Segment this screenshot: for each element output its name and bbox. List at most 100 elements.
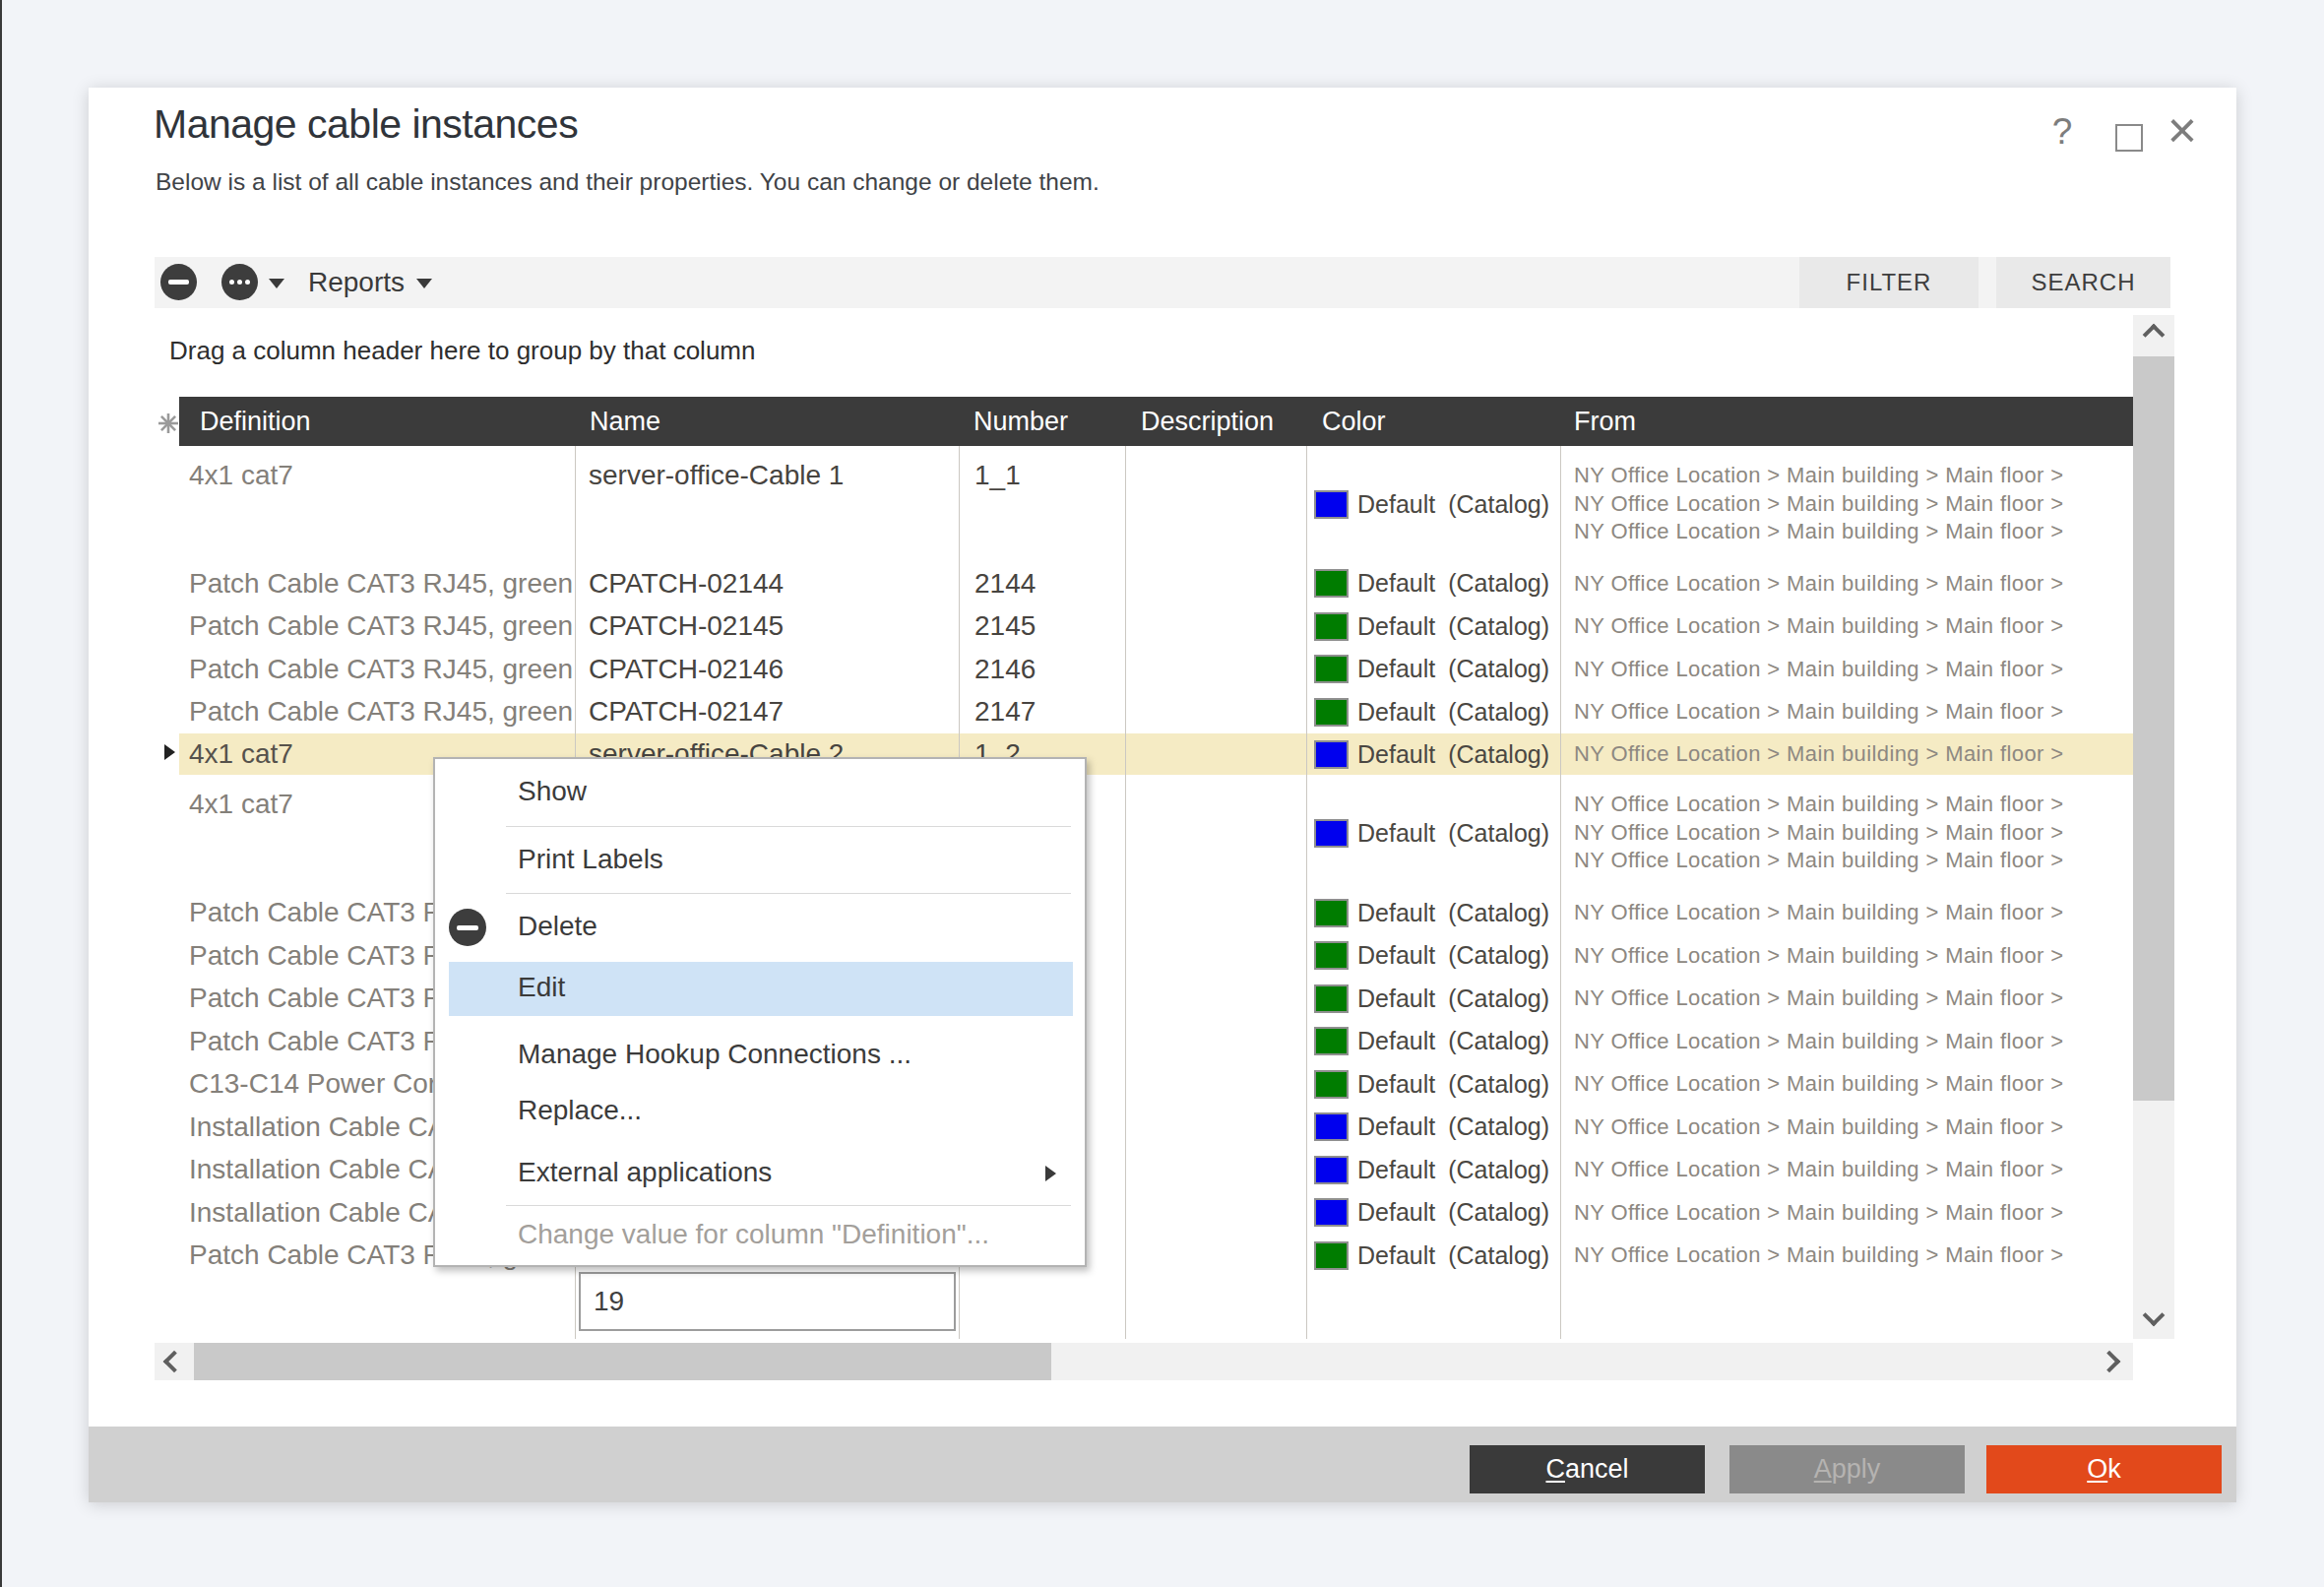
- scroll-up-icon[interactable]: [2143, 324, 2166, 347]
- menu-item-print-labels[interactable]: Print Labels: [518, 844, 663, 875]
- color-swatch-green: [1314, 899, 1349, 927]
- remove-button[interactable]: [160, 264, 197, 300]
- reports-dropdown[interactable]: Reports: [308, 257, 405, 308]
- horizontal-scrollbar[interactable]: [155, 1343, 2133, 1380]
- column-header-from[interactable]: From: [1574, 397, 1636, 446]
- color-swatch-green: [1314, 941, 1349, 970]
- column-divider: [1306, 446, 1307, 1339]
- column-header-definition[interactable]: Definition: [200, 397, 311, 446]
- grid-row[interactable]: Patch Cable CAT3 RJ45, greenCPATCH-02144…: [179, 562, 2133, 604]
- color-value: Default(Catalog): [1357, 490, 1549, 519]
- cell-text: 4x1 cat7: [189, 462, 293, 490]
- menu-separator: [506, 1205, 1071, 1206]
- color-value: Default(Catalog): [1357, 1148, 1549, 1191]
- column-divider: [1125, 446, 1126, 1339]
- minus-icon: [168, 280, 189, 285]
- scroll-right-icon[interactable]: [2099, 1351, 2121, 1373]
- column-header-description[interactable]: Description: [1141, 397, 1274, 446]
- cell-editor[interactable]: 19: [579, 1272, 956, 1331]
- help-icon[interactable]: ?: [2042, 111, 2082, 155]
- color-value: Default(Catalog): [1357, 690, 1549, 733]
- color-value: Default(Catalog): [1357, 1106, 1549, 1148]
- maximize-icon[interactable]: [2115, 124, 2143, 152]
- color-swatch-blue: [1314, 1112, 1349, 1141]
- cell-text: 2144: [974, 562, 1036, 604]
- close-icon[interactable]: ×: [2161, 100, 2204, 156]
- menu-item-manage-hookup-connections[interactable]: Manage Hookup Connections ...: [518, 1039, 911, 1070]
- cell-text: 2147: [974, 690, 1036, 733]
- menu-item-external-applications[interactable]: External applications: [518, 1157, 772, 1188]
- grid-row[interactable]: Patch Cable CAT3 RJ45, greenCPATCH-02145…: [179, 604, 2133, 648]
- cell-text: NY Office Location > Main building > Mai…: [1574, 934, 2064, 977]
- color-value: Default(Catalog): [1357, 1191, 1549, 1234]
- color-swatch-blue: [1314, 1156, 1349, 1184]
- search-button[interactable]: SEARCH: [1996, 257, 2170, 308]
- color-value: Default(Catalog): [1357, 648, 1549, 690]
- vertical-scrollbar-thumb[interactable]: [2133, 356, 2174, 1101]
- cell-text: NY Office Location > Main building > Mai…: [1574, 604, 2064, 648]
- grid-row[interactable]: 4x1 cat7server-office-Cable 11_1NY Offic…: [179, 446, 2133, 562]
- cell-text: Installation Cable CAT: [189, 1148, 462, 1191]
- scroll-left-icon[interactable]: [163, 1351, 186, 1373]
- dialog-title: Manage cable instances: [154, 101, 578, 148]
- reports-caret-icon[interactable]: [416, 279, 432, 288]
- color-swatch-blue: [1314, 740, 1349, 769]
- cell-text: C13-C14 Power Cord: [189, 1062, 453, 1106]
- manage-cable-instances-dialog: Manage cable instances Below is a list o…: [89, 88, 2236, 1502]
- cell-text: CPATCH-02147: [589, 690, 784, 733]
- color-swatch-blue: [1314, 490, 1349, 519]
- cell-text: Installation Cable CAT: [189, 1191, 462, 1234]
- filter-button[interactable]: FILTER: [1799, 257, 1979, 308]
- column-divider: [1560, 446, 1561, 1339]
- cell-editor-value: 19: [594, 1274, 624, 1329]
- color-swatch-green: [1314, 1027, 1349, 1055]
- cell-text: NY Office Location > Main building > Mai…: [1574, 1148, 2064, 1191]
- column-header-name[interactable]: Name: [590, 397, 660, 446]
- horizontal-scrollbar-thumb[interactable]: [194, 1343, 1051, 1380]
- footer-bar: Cancel Apply Ok: [89, 1427, 2236, 1502]
- cancel-button[interactable]: Cancel: [1470, 1445, 1705, 1493]
- menu-item-replace[interactable]: Replace...: [518, 1095, 642, 1126]
- menu-item-show[interactable]: Show: [518, 776, 587, 807]
- column-header-number[interactable]: Number: [974, 397, 1068, 446]
- color-value: Default(Catalog): [1357, 1234, 1549, 1277]
- cell-text: NY Office Location > Main building > Mai…: [1574, 1106, 2064, 1148]
- current-row-arrow-icon: [164, 744, 175, 760]
- cell-text: CPATCH-02145: [589, 604, 784, 648]
- cell-text: Patch Cable CAT3 RJ45, green: [189, 690, 573, 733]
- vertical-scrollbar[interactable]: [2133, 315, 2174, 1339]
- color-value: Default(Catalog): [1357, 977, 1549, 1020]
- color-value: Default(Catalog): [1357, 1062, 1549, 1106]
- color-swatch-green: [1314, 1241, 1349, 1270]
- color-value: Default(Catalog): [1357, 1020, 1549, 1062]
- submenu-arrow-icon: [1045, 1166, 1056, 1181]
- cell-text: 2145: [974, 604, 1036, 648]
- color-swatch-blue: [1314, 819, 1349, 848]
- cell-text: Patch Cable CAT3 RJ45, green: [189, 562, 573, 604]
- more-actions-button[interactable]: [221, 264, 258, 300]
- cell-text: NY Office Location > Main building > Mai…: [1574, 977, 2064, 1020]
- cell-text: NY Office Location > Main building > Mai…: [1574, 791, 2064, 819]
- cell-text: 2146: [974, 648, 1036, 690]
- color-swatch-green: [1314, 655, 1349, 683]
- apply-button[interactable]: Apply: [1729, 1445, 1965, 1493]
- cell-text: server-office-Cable 1: [589, 462, 844, 490]
- cell-text: NY Office Location > Main building > Mai…: [1574, 562, 2064, 604]
- menu-item-delete[interactable]: Delete: [518, 911, 597, 942]
- column-header-color[interactable]: Color: [1322, 397, 1386, 446]
- color-value: Default(Catalog): [1357, 562, 1549, 604]
- color-value: Default(Catalog): [1357, 819, 1549, 848]
- menu-item-edit[interactable]: Edit: [518, 972, 565, 1003]
- menu-item-change-value-for-column-definition: Change value for column "Definition"...: [518, 1219, 989, 1250]
- cell-text: 4x1 cat7: [189, 733, 293, 775]
- menu-separator: [506, 826, 1071, 827]
- ok-button[interactable]: Ok: [1986, 1445, 2222, 1493]
- grid-header: Definition Name Number Description Color From: [179, 397, 2133, 446]
- cell-text: NY Office Location > Main building > Mai…: [1574, 518, 2064, 546]
- scroll-down-icon[interactable]: [2143, 1304, 2166, 1327]
- grid-row[interactable]: Patch Cable CAT3 RJ45, greenCPATCH-02146…: [179, 648, 2133, 690]
- grid-row[interactable]: Patch Cable CAT3 RJ45, green CPATCH-02147…: [179, 690, 2133, 733]
- cell-text: Patch Cable CAT3 RJ45, green: [189, 648, 573, 690]
- more-actions-caret-icon[interactable]: [269, 279, 284, 288]
- row-indicator-asterisk-icon: [157, 413, 179, 434]
